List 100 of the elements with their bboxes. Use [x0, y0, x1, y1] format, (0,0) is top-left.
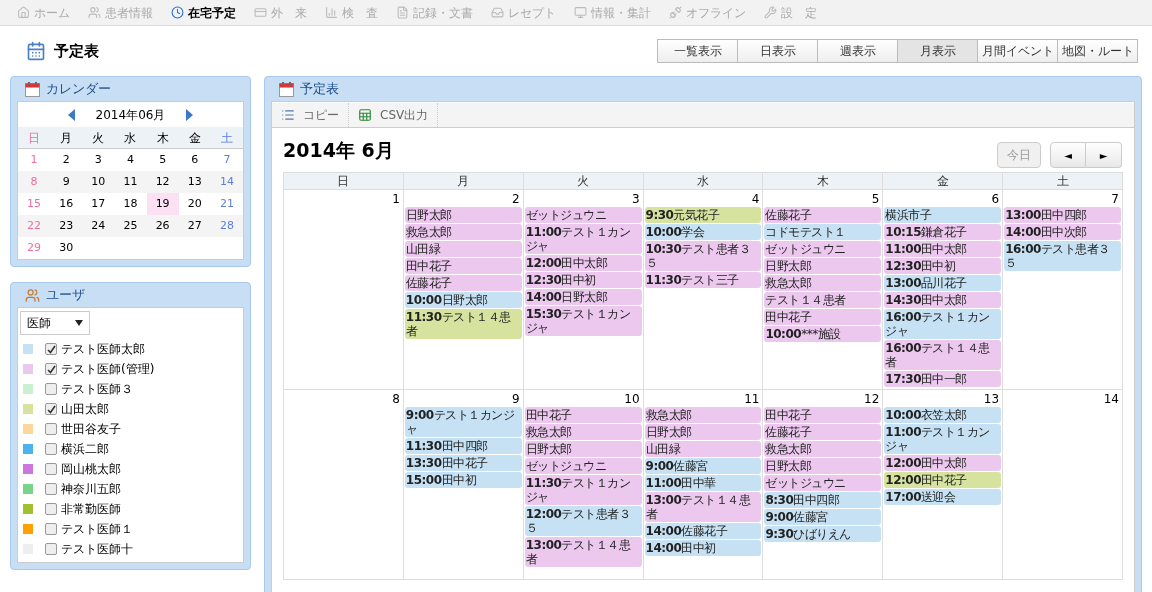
calendar-event[interactable]: 救急太郎: [644, 407, 762, 423]
checkbox[interactable]: [45, 403, 57, 415]
calendar-event[interactable]: 16:00テスト患者３５: [1004, 241, 1121, 271]
checkbox[interactable]: [45, 443, 57, 455]
calendar-event[interactable]: 10:00衣笠太郎: [884, 407, 1002, 423]
calendar-day[interactable]: 19: [146, 193, 179, 215]
calendar-event[interactable]: 14:00日野太郎: [524, 289, 642, 305]
calendar-day[interactable]: 6: [178, 149, 211, 171]
calendar-event[interactable]: 17:30田中一郎: [884, 371, 1002, 387]
calendar-day[interactable]: 14: [210, 171, 243, 193]
calendar-day[interactable]: 21: [210, 193, 243, 215]
calendar-event[interactable]: 13:00田中四郎: [1004, 207, 1121, 223]
checkbox[interactable]: [45, 463, 57, 475]
calendar-event[interactable]: 11:30テスト１カンジャ: [524, 475, 642, 505]
calendar-event[interactable]: 15:30テスト１カンジャ: [524, 306, 642, 336]
previous-button[interactable]: ◄: [1050, 142, 1086, 168]
calendar-event[interactable]: 佐藤花子: [404, 275, 522, 291]
calendar-event[interactable]: 10:00***施設: [764, 326, 882, 342]
checkbox[interactable]: [45, 423, 57, 435]
calendar-day[interactable]: 18: [114, 193, 147, 215]
view-tab[interactable]: 一覧表示: [657, 39, 738, 63]
calendar-event[interactable]: 16:00テスト１４患者: [884, 340, 1002, 370]
calendar-event[interactable]: 田中花子: [764, 407, 882, 423]
calendar-event[interactable]: ゼットジュウニ: [764, 241, 882, 257]
checkbox[interactable]: [45, 483, 57, 495]
view-tab[interactable]: 週表示: [817, 39, 898, 63]
calendar-event[interactable]: 11:30テスト三子: [644, 272, 762, 288]
toolbar-button[interactable]: CSV出力: [349, 103, 439, 127]
calendar-event[interactable]: 13:00品川花子: [884, 275, 1002, 291]
calendar-event[interactable]: 日野太郎: [764, 458, 882, 474]
calendar-event[interactable]: 12:00テスト患者３５: [524, 506, 642, 536]
calendar-day[interactable]: 9: [50, 171, 83, 193]
calendar-event[interactable]: 救急太郎: [404, 224, 522, 240]
calendar-event[interactable]: 10:00日野太郎: [404, 292, 522, 308]
calendar-event[interactable]: 山田緑: [644, 441, 762, 457]
calendar-event[interactable]: 14:00佐藤花子: [644, 523, 762, 539]
checkbox[interactable]: [45, 363, 57, 375]
calendar-event[interactable]: 11:00田中華: [644, 475, 762, 491]
calendar-event[interactable]: ゼットジュウニ: [524, 458, 642, 474]
checkbox[interactable]: [45, 523, 57, 535]
calendar-day[interactable]: 28: [210, 215, 243, 237]
calendar-day[interactable]: 12: [146, 171, 179, 193]
calendar-day[interactable]: 27: [178, 215, 211, 237]
checkbox[interactable]: [45, 543, 57, 555]
nav-item[interactable]: 在宅予定: [162, 3, 245, 22]
calendar-event[interactable]: 11:00テスト１カンジャ: [524, 224, 642, 254]
role-dropdown[interactable]: 医師: [20, 311, 90, 335]
calendar-event[interactable]: 救急太郎: [764, 441, 882, 457]
view-tab[interactable]: 日表示: [737, 39, 818, 63]
calendar-day[interactable]: 4: [114, 149, 147, 171]
calendar-event[interactable]: 田中花子: [524, 407, 642, 423]
view-tab[interactable]: 月間イベント: [977, 39, 1058, 63]
next-button[interactable]: ►: [1086, 142, 1122, 168]
dropdown-arrow-icon[interactable]: [75, 319, 83, 327]
calendar-event[interactable]: 9:00佐藤宮: [644, 458, 762, 474]
calendar-event[interactable]: 9:00佐藤宮: [764, 509, 882, 525]
calendar-day[interactable]: 26: [146, 215, 179, 237]
calendar-day[interactable]: 25: [114, 215, 147, 237]
calendar-event[interactable]: 13:30田中花子: [404, 455, 522, 471]
calendar-event[interactable]: 10:15鎌倉花子: [884, 224, 1002, 240]
calendar-event[interactable]: 田中花子: [764, 309, 882, 325]
calendar-day[interactable]: 13: [178, 171, 211, 193]
calendar-event[interactable]: ゼットジュウニ: [764, 475, 882, 491]
calendar-event[interactable]: 9:30元気花子: [644, 207, 762, 223]
calendar-event[interactable]: 11:30田中四郎: [404, 438, 522, 454]
calendar-event[interactable]: 8:30田中四郎: [764, 492, 882, 508]
calendar-event[interactable]: 日野太郎: [524, 441, 642, 457]
calendar-day[interactable]: 11: [114, 171, 147, 193]
calendar-event[interactable]: 山田緑: [404, 241, 522, 257]
calendar-event[interactable]: 12:30田中初: [524, 272, 642, 288]
calendar-event[interactable]: 10:00学会: [644, 224, 762, 240]
calendar-event[interactable]: 12:00田中花子: [884, 472, 1002, 488]
calendar-event[interactable]: 9:30ひばりえん: [764, 526, 882, 542]
calendar-event[interactable]: 16:00テスト１カンジャ: [884, 309, 1002, 339]
calendar-event[interactable]: 救急太郎: [764, 275, 882, 291]
calendar-event[interactable]: 12:00田中太郎: [884, 455, 1002, 471]
calendar-event[interactable]: 14:30田中太郎: [884, 292, 1002, 308]
calendar-day[interactable]: 10: [82, 171, 115, 193]
calendar-day[interactable]: 24: [82, 215, 115, 237]
calendar-event[interactable]: 日野太郎: [644, 424, 762, 440]
calendar-event[interactable]: 日野太郎: [764, 258, 882, 274]
calendar-day[interactable]: 23: [50, 215, 83, 237]
calendar-event[interactable]: 救急太郎: [524, 424, 642, 440]
calendar-day[interactable]: 7: [210, 149, 243, 171]
checkbox[interactable]: [45, 383, 57, 395]
checkbox[interactable]: [45, 503, 57, 515]
calendar-event[interactable]: 11:00田中太郎: [884, 241, 1002, 257]
calendar-day[interactable]: 2: [50, 149, 83, 171]
calendar-event[interactable]: 12:00田中太郎: [524, 255, 642, 271]
calendar-event[interactable]: テスト１４患者: [764, 292, 882, 308]
calendar-event[interactable]: 17:00送迎会: [884, 489, 1002, 505]
calendar-event[interactable]: 日野太郎: [404, 207, 522, 223]
calendar-event[interactable]: 14:00田中次郎: [1004, 224, 1121, 240]
view-tab[interactable]: 月表示: [897, 39, 978, 63]
calendar-event[interactable]: 14:00田中初: [644, 540, 762, 556]
calendar-event[interactable]: 13:00テスト１４患者: [644, 492, 762, 522]
calendar-event[interactable]: 12:30田中初: [884, 258, 1002, 274]
calendar-event[interactable]: 横浜市子: [884, 207, 1002, 223]
calendar-event[interactable]: 13:00テスト１４患者: [524, 537, 642, 567]
checkbox[interactable]: [45, 343, 57, 355]
